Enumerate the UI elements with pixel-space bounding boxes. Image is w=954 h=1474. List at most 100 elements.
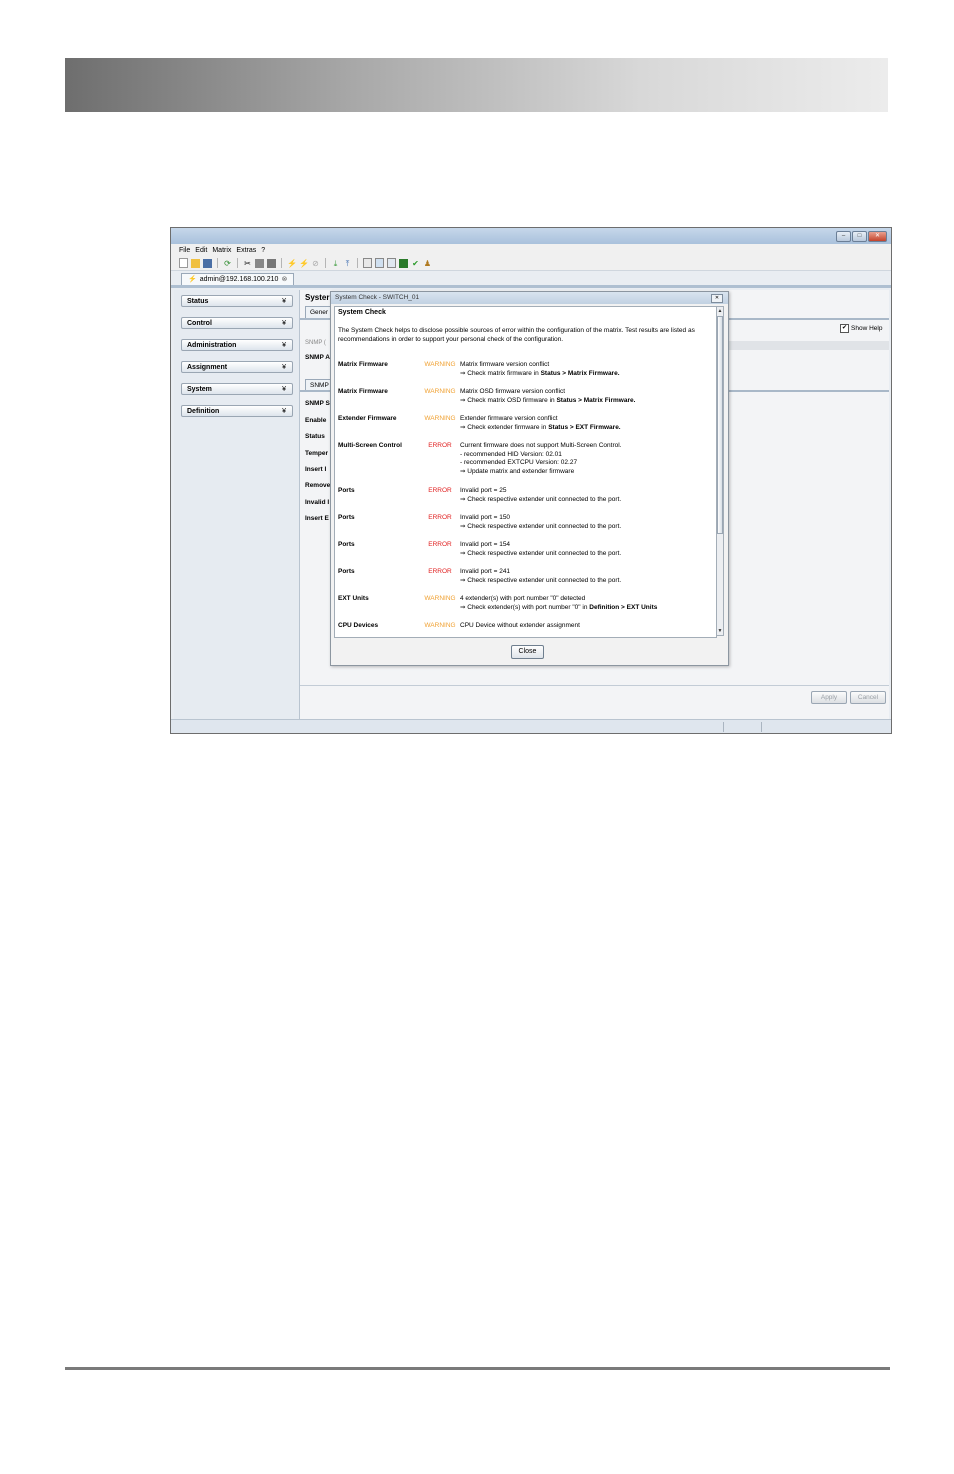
check-hint-path: Status > Matrix Firmware.: [556, 396, 636, 404]
check-name: Extender Firmware: [338, 415, 397, 422]
connect-icon[interactable]: ⚡: [287, 259, 297, 268]
check-hint-path: Status > Matrix Firmware.: [540, 369, 620, 377]
severity-badge: WARNING: [424, 388, 456, 395]
scroll-down-icon[interactable]: ▼: [717, 627, 723, 635]
severity-badge: ERROR: [428, 541, 452, 548]
paste-icon[interactable]: [267, 258, 276, 268]
severity-badge: ERROR: [428, 442, 452, 449]
divider: [300, 685, 889, 686]
check-message: Extender firmware version conflict: [460, 415, 558, 422]
open-folder-icon[interactable]: [191, 258, 200, 268]
upload-icon[interactable]: ⤒: [343, 259, 352, 268]
check-message: Invalid port = 154: [460, 541, 511, 548]
apply-button[interactable]: Apply: [811, 691, 847, 704]
sidebar-item-control[interactable]: Control ¥: [181, 317, 293, 329]
sidebar-item-label: Assignment: [187, 364, 228, 371]
check-name: EXT Units: [338, 595, 369, 602]
sidebar-item-assignment[interactable]: Assignment ¥: [181, 361, 293, 373]
check-message: 4 extender(s) with port number "0" detec…: [460, 595, 586, 602]
show-help-toggle[interactable]: ✔ Show Help: [840, 324, 882, 333]
sidebar-item-label: Control: [187, 320, 212, 327]
check-hint: ⇒ Check matrix firmware in: [460, 369, 541, 377]
check-icon[interactable]: ✔: [411, 259, 420, 268]
field-label: Invalid I: [305, 499, 330, 506]
report-icon[interactable]: [387, 258, 396, 268]
user-icon[interactable]: ♟: [423, 259, 432, 268]
check-name: Ports: [338, 568, 355, 575]
system-check-dialog: System Check - SWITCH_01 ✕ System Check …: [330, 291, 729, 666]
show-help-label: Show Help: [851, 325, 883, 332]
check-hint-path: Status > EXT Firmware.: [548, 423, 621, 431]
check-message: CPU Device without extender assignment: [460, 622, 580, 629]
field-label: Remove: [305, 482, 331, 489]
check-hint: ⇒ Update matrix and extender firmware: [460, 467, 575, 475]
tab-underline: [171, 285, 891, 288]
check-name: Ports: [338, 541, 355, 548]
download-icon[interactable]: ⤓: [331, 259, 340, 268]
menu-help[interactable]: ?: [261, 247, 265, 254]
check-hint: ⇒ Check matrix OSD firmware in: [460, 396, 557, 404]
menu-file[interactable]: File: [179, 247, 190, 254]
severity-badge: WARNING: [424, 415, 456, 422]
application-window: – □ ✕ File Edit Matrix Extras ? ⟳ ✂ ⚡ ⚡ …: [170, 227, 892, 734]
vertical-scrollbar[interactable]: ▲ ▼: [716, 306, 724, 636]
minimize-icon[interactable]: –: [836, 231, 851, 242]
cut-icon[interactable]: ✂: [243, 259, 252, 268]
refresh-icon[interactable]: ⟳: [223, 259, 232, 268]
field-label: Enable: [305, 417, 327, 424]
dialog-titlebar: System Check - SWITCH_01 ✕: [331, 292, 728, 304]
chevron-down-icon: ¥: [282, 320, 286, 327]
toolbar-separator: [217, 258, 218, 268]
system-check-heading: System Check: [338, 309, 386, 316]
menu-edit[interactable]: Edit: [195, 247, 207, 254]
close-button[interactable]: Close: [511, 645, 544, 659]
menu-extras[interactable]: Extras: [236, 247, 256, 254]
field-label: Temper: [305, 450, 328, 457]
chevron-down-icon: ¥: [282, 408, 286, 415]
toolbar-separator: [357, 258, 358, 268]
page-header-banner: [65, 58, 888, 112]
scroll-up-icon[interactable]: ▲: [717, 307, 723, 315]
check-message: Invalid port = 25: [460, 487, 507, 494]
save-icon[interactable]: [203, 258, 212, 268]
toolbar-separator: [281, 258, 282, 268]
status-divider: [723, 722, 724, 732]
sidebar-item-status[interactable]: Status ¥: [181, 295, 293, 307]
checkbox-checked-icon[interactable]: ✔: [840, 324, 849, 333]
new-icon[interactable]: [179, 258, 188, 268]
document-icon[interactable]: [363, 258, 372, 268]
field-label: Insert E: [305, 515, 329, 522]
sidebar-item-label: Definition: [187, 408, 220, 415]
page-footer-rule: [65, 1367, 890, 1370]
toolbar: ⟳ ✂ ⚡ ⚡ ⊘ ⤓ ⤒ ✔ ♟: [171, 256, 891, 271]
check-message: Invalid port = 241: [460, 568, 511, 575]
severity-badge: ERROR: [428, 514, 452, 521]
disconnect-icon[interactable]: ⚡: [299, 259, 309, 268]
lock-icon[interactable]: ⊘: [311, 259, 320, 268]
maximize-icon[interactable]: □: [852, 231, 867, 242]
check-name: CPU Devices: [338, 622, 379, 629]
check-name: Matrix Firmware: [338, 388, 388, 395]
close-icon[interactable]: ✕: [868, 231, 887, 242]
chevron-down-icon: ¥: [282, 386, 286, 393]
monitor-icon[interactable]: [399, 258, 408, 268]
menu-matrix[interactable]: Matrix: [212, 247, 231, 254]
field-label: SNMP A: [305, 354, 330, 361]
section-label: SNMP (: [305, 340, 326, 346]
close-icon[interactable]: ✕: [711, 294, 723, 303]
sidebar-item-definition[interactable]: Definition ¥: [181, 405, 293, 417]
scroll-thumb[interactable]: [717, 316, 723, 534]
sidebar-item-system[interactable]: System ¥: [181, 383, 293, 395]
severity-badge: WARNING: [424, 361, 456, 368]
check-hint: ⇒ Check respective extender unit connect…: [460, 549, 622, 557]
sidebar-item-label: Administration: [187, 342, 237, 349]
copy-icon[interactable]: [255, 258, 264, 268]
check-message: Matrix OSD firmware version conflict: [460, 388, 566, 395]
sidebar-item-administration[interactable]: Administration ¥: [181, 339, 293, 351]
export-icon[interactable]: [375, 258, 384, 268]
sidebar-item-label: Status: [187, 298, 209, 305]
page-title: Syster: [305, 293, 330, 302]
cancel-button[interactable]: Cancel: [850, 691, 886, 704]
window-titlebar: – □ ✕: [171, 228, 891, 244]
toolbar-separator: [325, 258, 326, 268]
